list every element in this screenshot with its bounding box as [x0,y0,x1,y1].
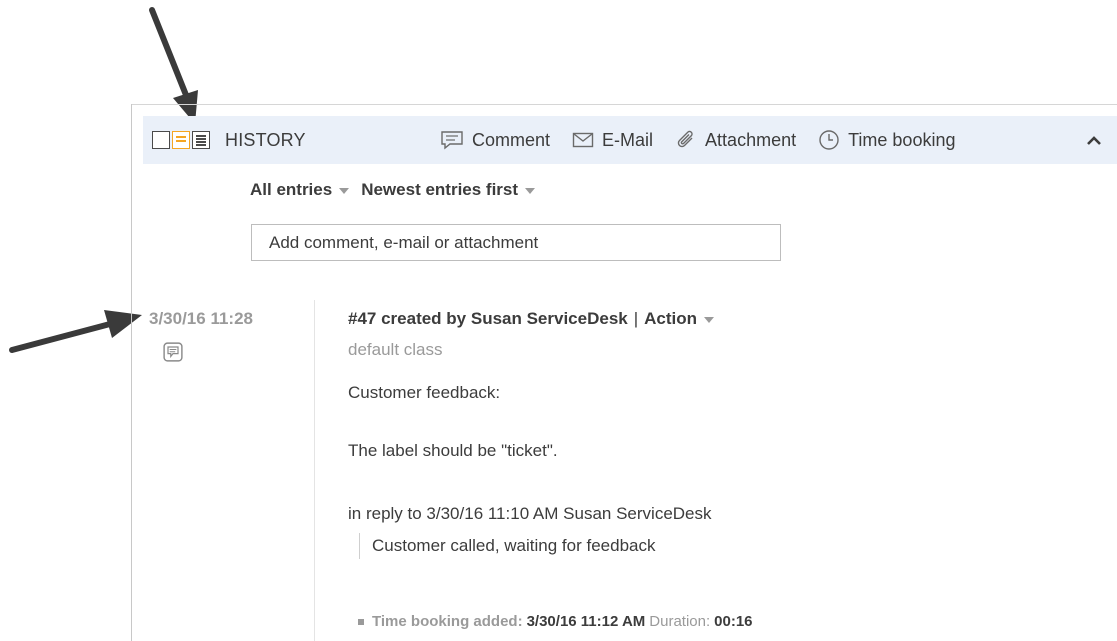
annotation-arrow-timestamp [9,310,142,353]
add-comment-input[interactable]: Add comment, e-mail or attachment [251,224,781,261]
entries-filter-dropdown[interactable]: All entries [250,180,350,200]
chevron-down-icon [339,188,350,194]
annotation-arrow-view-switch [149,7,198,124]
time-booking-button[interactable]: Time booking [818,129,955,151]
duration-value: 00:16 [714,613,753,630]
bullet-icon [358,618,364,625]
compact-view-icon[interactable] [152,131,170,149]
toolbar-actions: Comment E-Mail Attachment Time booking [440,116,977,164]
envelope-icon [572,132,594,148]
entry-author: #47 created by Susan ServiceDesk [348,309,628,328]
panel-top-border [131,104,1117,105]
comment-label: Comment [472,129,551,150]
sort-order-dropdown[interactable]: Newest entries first [361,180,536,200]
attachment-button[interactable]: Attachment [675,129,796,151]
collapse-chevron-icon[interactable] [1083,129,1105,151]
attachment-label: Attachment [705,129,797,150]
time-booking-entry: Time booking added: 3/30/16 11:12 AM Dur… [358,613,757,630]
time-booking-entry-label: Time booking added: [372,613,523,630]
entry-reply-line: in reply to 3/30/16 11:10 AM Susan Servi… [348,504,712,523]
entry-timestamp: 3/30/16 11:28 [149,309,253,328]
detailed-view-icon[interactable] [192,131,210,149]
chevron-down-icon [525,188,536,194]
panel-left-border [131,104,132,641]
clock-icon [819,130,839,150]
history-title: HISTORY [225,129,306,150]
entry-text-line: Customer feedback: [348,383,501,402]
email-button[interactable]: E-Mail [572,130,653,151]
view-switch [152,131,210,149]
comment-type-icon [163,342,183,362]
time-booking-label: Time booking [848,129,956,150]
paperclip-icon [677,130,693,148]
comment-button[interactable]: Comment [440,130,550,151]
duration-label: Duration: [649,613,711,630]
standard-view-icon[interactable] [172,131,190,149]
comment-icon [441,131,463,150]
history-filters: All entries Newest entries first [250,180,547,200]
time-booking-entry-time: 3/30/16 11:12 AM [526,613,646,630]
timeline-divider [314,300,315,641]
entry-header: #47 created by Susan ServiceDesk | Actio… [348,309,715,329]
chevron-down-icon[interactable] [704,317,715,323]
entry-class: default class [348,340,443,359]
entry-action-dropdown[interactable]: Action [644,309,697,329]
history-toolbar: HISTORY Comment E-Mail Attachment Time b… [143,116,1117,164]
quoted-text: Customer called, waiting for feedback [359,533,655,559]
entry-text-line: The label should be "ticket". [348,441,558,460]
sort-order-label: Newest entries first [361,180,519,199]
entry-separator: | [633,309,639,328]
email-label: E-Mail [602,129,654,150]
entries-filter-label: All entries [250,180,333,199]
